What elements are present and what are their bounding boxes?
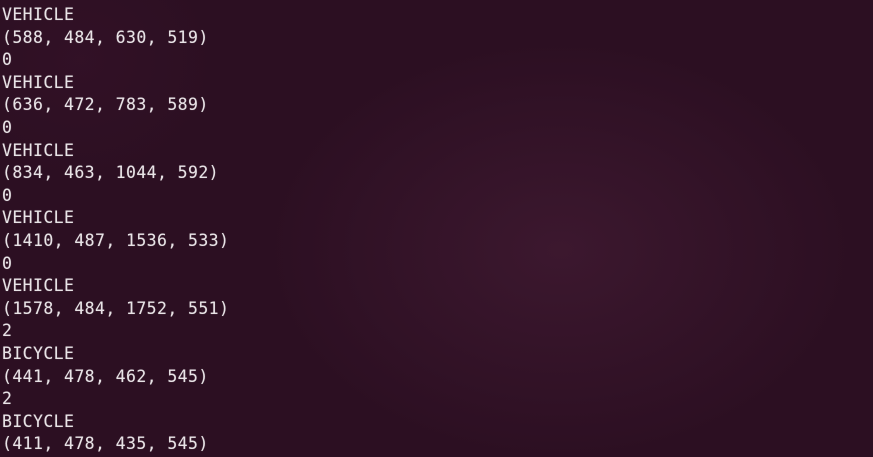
terminal-line: 0 <box>2 185 13 205</box>
terminal-line: VEHICLE <box>2 5 75 24</box>
terminal-line: (588, 484, 630, 519) <box>2 27 209 47</box>
terminal-line: 0 <box>2 117 13 137</box>
terminal-line: VEHICLE <box>2 276 75 296</box>
terminal-line: (411, 478, 435, 545) <box>2 434 209 454</box>
terminal-line: (1578, 484, 1752, 551) <box>2 298 230 318</box>
terminal-line: 0 <box>2 253 13 273</box>
terminal-line: VEHICLE <box>2 208 75 228</box>
terminal-line: (834, 463, 1044, 592) <box>2 163 220 183</box>
terminal-line: VEHICLE <box>2 140 75 160</box>
terminal-output: VEHICLE (588, 484, 630, 519) 0 VEHICLE (… <box>2 4 229 456</box>
terminal-line: (441, 478, 462, 545) <box>2 366 209 386</box>
terminal-window[interactable]: VEHICLE (588, 484, 630, 519) 0 VEHICLE (… <box>0 0 873 457</box>
terminal-line: 2 <box>2 321 13 341</box>
terminal-line: 2 <box>2 389 13 409</box>
terminal-line: BICYCLE <box>2 411 75 431</box>
terminal-line: VEHICLE <box>2 72 75 92</box>
terminal-line: BICYCLE <box>2 343 75 363</box>
terminal-line: 0 <box>2 50 13 70</box>
terminal-line: (636, 472, 783, 589) <box>2 95 209 115</box>
terminal-line: (1410, 487, 1536, 533) <box>2 230 230 250</box>
